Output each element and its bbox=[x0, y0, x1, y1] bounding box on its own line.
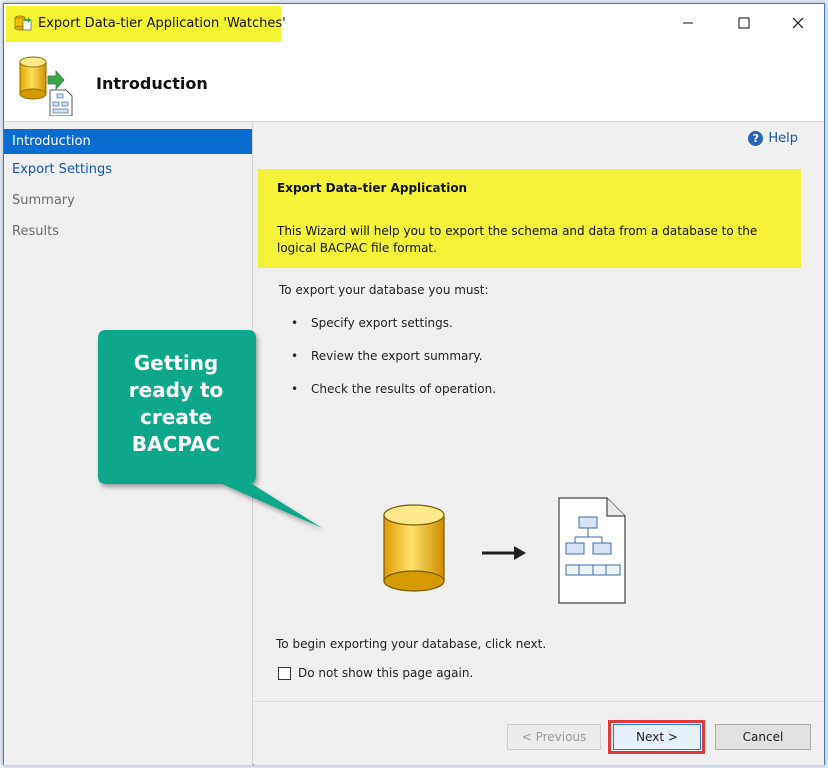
sidebar-item-introduction[interactable]: Introduction bbox=[4, 129, 252, 154]
wizard-header: Introduction bbox=[4, 42, 824, 122]
cancel-button[interactable]: Cancel bbox=[715, 724, 811, 750]
do-not-show-checkbox-row[interactable]: Do not show this page again. bbox=[278, 666, 473, 680]
step-text: Specify export settings. bbox=[311, 316, 453, 330]
wizard-footer: < Previous Next > Cancel bbox=[254, 701, 824, 765]
begin-instructions: To begin exporting your database, click … bbox=[276, 637, 547, 651]
database-icon bbox=[383, 504, 445, 592]
help-link[interactable]: ? Help bbox=[748, 131, 798, 146]
step-text: Check the results of operation. bbox=[311, 382, 497, 396]
sidebar-item-results: Results bbox=[12, 224, 59, 239]
arrow-right-icon bbox=[482, 546, 526, 560]
page-title: Introduction bbox=[96, 74, 208, 93]
wizard-content: ? Help Export Data-tier Application This… bbox=[254, 123, 824, 700]
title-bar: Export Data-tier Application 'Watches' bbox=[4, 4, 824, 44]
list-item: • Specify export settings. bbox=[291, 316, 453, 330]
intro-heading: Export Data-tier Application bbox=[277, 181, 468, 195]
previous-button[interactable]: < Previous bbox=[507, 724, 601, 750]
minimize-icon bbox=[683, 22, 693, 24]
next-button-highlight bbox=[608, 720, 705, 754]
export-illustration bbox=[383, 497, 626, 604]
do-not-show-checkbox[interactable] bbox=[278, 666, 291, 680]
minimize-button[interactable] bbox=[668, 10, 708, 36]
intro-box: Export Data-tier Application This Wizard… bbox=[258, 169, 801, 268]
callout-text: Getting ready to create BACPAC bbox=[128, 351, 224, 456]
list-item: • Review the export summary. bbox=[291, 349, 483, 363]
close-button[interactable] bbox=[778, 10, 818, 36]
app-icon bbox=[14, 15, 32, 31]
bacpac-file-icon bbox=[558, 497, 626, 604]
sidebar-item-export-settings[interactable]: Export Settings bbox=[4, 154, 252, 185]
help-icon: ? bbox=[748, 131, 764, 146]
intro-description: This Wizard will help you to export the … bbox=[277, 224, 758, 255]
requirements-heading: To export your database you must: bbox=[279, 283, 489, 297]
sidebar-item-summary: Summary bbox=[12, 193, 75, 208]
maximize-button[interactable] bbox=[724, 10, 764, 36]
window-title: Export Data-tier Application 'Watches' bbox=[38, 16, 286, 31]
do-not-show-label: Do not show this page again. bbox=[298, 666, 474, 680]
step-text: Review the export summary. bbox=[311, 349, 483, 363]
steps-list: • Specify export settings. • Review the ex… bbox=[291, 316, 496, 415]
help-label: Help bbox=[768, 131, 798, 146]
maximize-icon bbox=[738, 17, 750, 29]
list-item: • Check the results of operation. bbox=[291, 382, 497, 396]
database-export-icon bbox=[19, 56, 73, 116]
close-icon bbox=[792, 17, 804, 29]
